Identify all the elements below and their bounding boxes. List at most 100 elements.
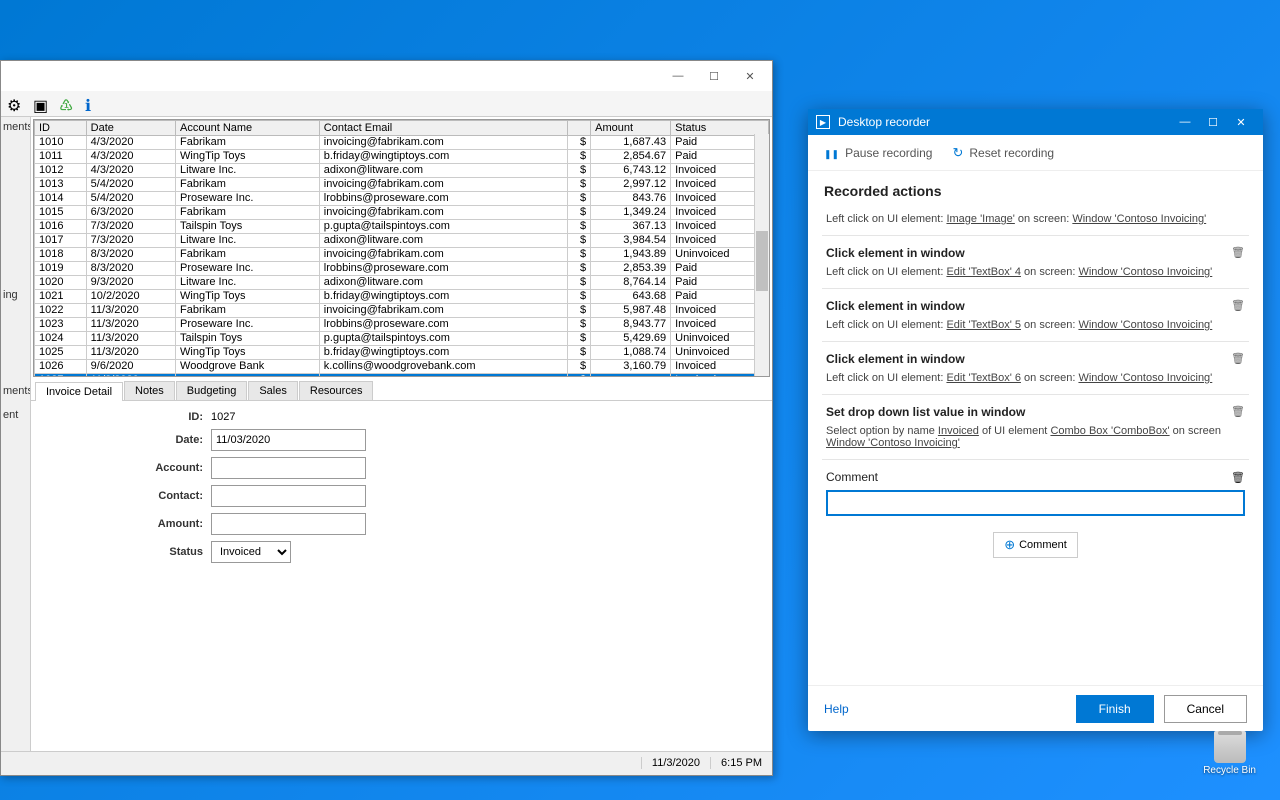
table-row[interactable]: 10135/4/2020Fabrikaminvoicing@fabrikam.c… <box>35 178 769 192</box>
column-header[interactable] <box>567 121 590 136</box>
help-link[interactable]: Help <box>824 702 1066 716</box>
table-row[interactable]: 10188/3/2020Fabrikaminvoicing@fabrikam.c… <box>35 248 769 262</box>
table-row[interactable]: 10156/3/2020Fabrikaminvoicing@fabrikam.c… <box>35 206 769 220</box>
table-row[interactable]: 10198/3/2020Proseware Inc.lrobbins@prose… <box>35 262 769 276</box>
sidebar-item[interactable] <box>3 169 30 187</box>
minimize-button[interactable]: — <box>660 64 696 88</box>
table-row[interactable]: 10209/3/2020Litware Inc.adixon@litware.c… <box>35 276 769 290</box>
action-title: Click element in window <box>826 352 1245 366</box>
sidebar-item[interactable]: ent <box>3 409 30 427</box>
grid-scrollbar[interactable] <box>754 134 769 376</box>
tab-invoice-detail[interactable]: Invoice Detail <box>35 382 123 401</box>
sidebar-item[interactable] <box>3 265 30 283</box>
action-description: Left click on UI element: Edit 'TextBox'… <box>826 319 1245 331</box>
recorded-action: Set drop down list value in window Select… <box>822 395 1249 460</box>
status-select[interactable]: Invoiced <box>211 541 291 563</box>
action-title: Set drop down list value in window <box>826 405 1245 419</box>
status-bar: 11/3/2020 6:15 PM <box>1 751 772 773</box>
recycle-bin[interactable]: Recycle Bin <box>1203 731 1256 776</box>
column-header[interactable]: Date <box>86 121 175 136</box>
sidebar-item[interactable] <box>3 241 30 259</box>
table-row[interactable]: 10269/6/2020Woodgrove Bankk.collins@wood… <box>35 360 769 374</box>
pause-recording-button[interactable]: Pause recording <box>824 146 932 160</box>
account-field[interactable] <box>211 457 366 479</box>
table-row[interactable]: 102711/3/2020$Invoiced <box>35 374 769 378</box>
date-field[interactable] <box>211 429 366 451</box>
action-description: Left click on UI element: Edit 'TextBox'… <box>826 372 1245 384</box>
add-comment-button[interactable]: Comment <box>993 532 1078 558</box>
recycle-bin-label: Recycle Bin <box>1203 765 1256 776</box>
recorded-action: Left click on UI element: Image 'Image' … <box>822 203 1249 236</box>
delete-comment-icon[interactable] <box>1231 470 1245 484</box>
table-row[interactable]: 102411/3/2020Tailspin Toysp.gupta@tailsp… <box>35 332 769 346</box>
close-button[interactable]: ✕ <box>732 64 768 88</box>
finish-button[interactable]: Finish <box>1076 695 1154 723</box>
sidebar-item[interactable] <box>3 337 30 355</box>
delete-action-icon[interactable] <box>1231 405 1245 419</box>
tab-notes[interactable]: Notes <box>124 381 175 400</box>
table-row[interactable]: 102211/3/2020Fabrikaminvoicing@fabrikam.… <box>35 304 769 318</box>
comment-input[interactable] <box>826 490 1245 516</box>
desktop-recorder-window: ▶ Desktop recorder — ☐ ✕ Pause recording… <box>808 109 1263 731</box>
table-row[interactable]: 10124/3/2020Litware Inc.adixon@litware.c… <box>35 164 769 178</box>
comment-label: Comment <box>826 470 878 484</box>
app-toolbar: ⚙ ▣ ♳ ℹ <box>1 91 772 117</box>
amount-field[interactable] <box>211 513 366 535</box>
actions-list: Left click on UI element: Image 'Image' … <box>808 203 1263 685</box>
recorder-minimize[interactable]: — <box>1171 116 1199 128</box>
recorder-maximize[interactable]: ☐ <box>1199 116 1227 129</box>
sidebar-item[interactable] <box>3 313 30 331</box>
table-row[interactable]: 10167/3/2020Tailspin Toysp.gupta@tailspi… <box>35 220 769 234</box>
tab-resources[interactable]: Resources <box>299 381 374 400</box>
column-header[interactable]: Contact Email <box>319 121 567 136</box>
delete-action-icon[interactable] <box>1231 246 1245 260</box>
column-header[interactable]: ID <box>35 121 87 136</box>
id-label: ID: <box>51 411 211 423</box>
tab-sales[interactable]: Sales <box>248 381 298 400</box>
app-titlebar[interactable]: — ☐ ✕ <box>1 61 772 91</box>
invoicing-window: — ☐ ✕ ⚙ ▣ ♳ ℹ ments ing ments ent IDDateAcc… <box>0 60 773 776</box>
plus-icon <box>1004 537 1015 553</box>
status-label: Status <box>51 546 211 558</box>
detail-tabs: Invoice DetailNotesBudgetingSalesResourc… <box>31 381 772 401</box>
delete-action-icon[interactable] <box>1231 299 1245 313</box>
recorder-title: Desktop recorder <box>838 115 930 129</box>
recorder-icon: ▶ <box>816 115 830 129</box>
invoice-grid[interactable]: IDDateAccount NameContact EmailAmountSta… <box>33 119 770 377</box>
table-row[interactable]: 10104/3/2020Fabrikaminvoicing@fabrikam.c… <box>35 136 769 150</box>
gear-icon[interactable]: ⚙ <box>7 96 23 112</box>
table-row[interactable]: 10145/4/2020Proseware Inc.lrobbins@prose… <box>35 192 769 206</box>
recorder-titlebar[interactable]: ▶ Desktop recorder — ☐ ✕ <box>808 109 1263 135</box>
table-row[interactable]: 102511/3/2020WingTip Toysb.friday@wingti… <box>35 346 769 360</box>
table-row[interactable]: 10177/3/2020Litware Inc.adixon@litware.c… <box>35 234 769 248</box>
bin-icon[interactable]: ♳ <box>59 96 75 112</box>
sidebar-item[interactable]: ments <box>3 385 30 403</box>
sidebar-item[interactable] <box>3 217 30 235</box>
pause-icon <box>824 146 839 160</box>
recorder-close[interactable]: ✕ <box>1227 116 1255 129</box>
table-row[interactable]: 10114/3/2020WingTip Toysb.friday@wingtip… <box>35 150 769 164</box>
sidebar-item[interactable] <box>3 361 30 379</box>
delete-action-icon[interactable] <box>1231 352 1245 366</box>
sidebar-item[interactable]: ing <box>3 289 30 307</box>
column-header[interactable]: Amount <box>591 121 671 136</box>
sidebar-item[interactable] <box>3 145 30 163</box>
info-icon[interactable]: ℹ <box>85 96 101 112</box>
contact-field[interactable] <box>211 485 366 507</box>
table-row[interactable]: 102311/3/2020Proseware Inc.lrobbins@pros… <box>35 318 769 332</box>
action-title: Click element in window <box>826 299 1245 313</box>
sidebar-item[interactable]: ments <box>3 121 30 139</box>
reset-icon <box>952 145 963 161</box>
recorded-actions-header: Recorded actions <box>808 171 1263 203</box>
invoice-detail-panel: ID:1027 Date: Account: Contact: Amount: … <box>31 401 772 751</box>
column-header[interactable]: Account Name <box>176 121 320 136</box>
action-description: Left click on UI element: Edit 'TextBox'… <box>826 266 1245 278</box>
tab-budgeting[interactable]: Budgeting <box>176 381 248 400</box>
table-row[interactable]: 102110/2/2020WingTip Toysb.friday@wingti… <box>35 290 769 304</box>
box-icon[interactable]: ▣ <box>33 96 49 112</box>
sidebar-item[interactable] <box>3 193 30 211</box>
maximize-button[interactable]: ☐ <box>696 64 732 88</box>
reset-recording-button[interactable]: Reset recording <box>952 145 1054 161</box>
action-description: Select option by name Invoiced of UI ele… <box>826 425 1245 449</box>
cancel-button[interactable]: Cancel <box>1164 695 1247 723</box>
